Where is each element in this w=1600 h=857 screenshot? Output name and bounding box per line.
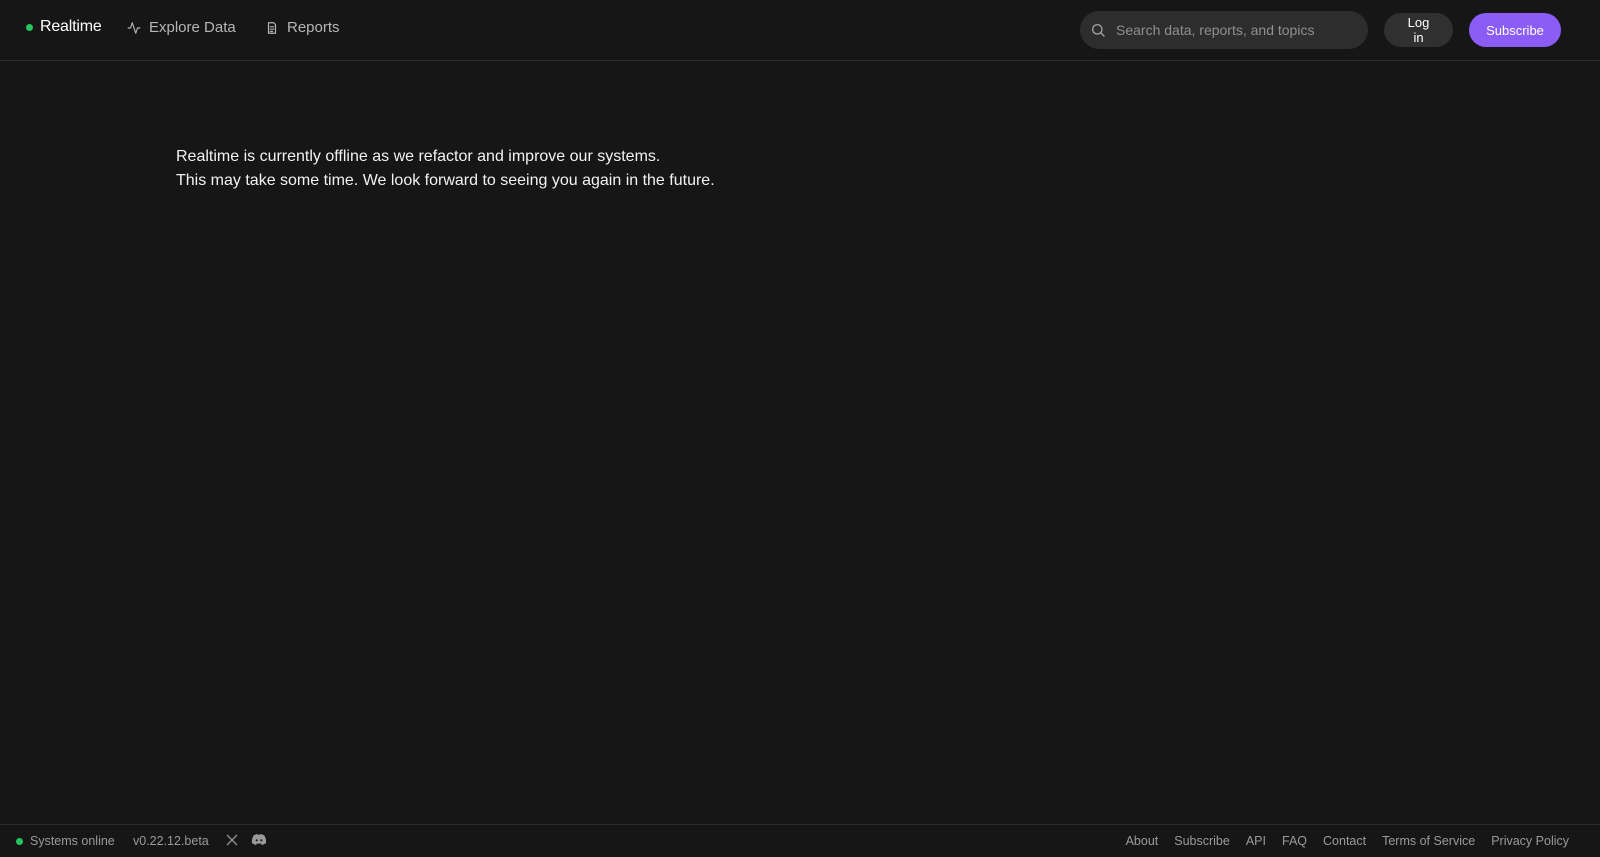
- search-input[interactable]: [1114, 21, 1354, 39]
- footer-link-api[interactable]: API: [1246, 834, 1266, 848]
- offline-message: Realtime is currently offline as we refa…: [176, 145, 715, 193]
- system-status: Systems online: [16, 834, 115, 848]
- status-dot-icon: [26, 23, 33, 31]
- document-icon: [267, 21, 277, 34]
- footer: Systems online v0.22.12.beta About Subsc…: [0, 824, 1600, 857]
- status-dot-icon: [16, 837, 23, 845]
- nav-reports[interactable]: Reports: [265, 19, 340, 36]
- footer-link-terms[interactable]: Terms of Service: [1382, 834, 1475, 848]
- search-bar[interactable]: [1080, 11, 1368, 49]
- offline-message-line-2: This may take some time. We look forward…: [176, 172, 715, 189]
- footer-links: About Subscribe API FAQ Contact Terms of…: [1126, 834, 1569, 848]
- discord-icon[interactable]: [251, 833, 267, 850]
- subscribe-button[interactable]: Subscribe: [1469, 13, 1561, 47]
- nav-reports-label: Reports: [287, 19, 340, 36]
- search-icon: [1092, 24, 1105, 37]
- top-navbar: Realtime Explore Data Reports Log in Sub…: [0, 0, 1600, 61]
- x-icon[interactable]: [225, 833, 239, 850]
- footer-link-subscribe[interactable]: Subscribe: [1174, 834, 1230, 848]
- footer-link-about[interactable]: About: [1126, 834, 1159, 848]
- footer-link-contact[interactable]: Contact: [1323, 834, 1366, 848]
- login-button[interactable]: Log in: [1384, 13, 1453, 47]
- brand-logo-link[interactable]: Realtime: [26, 18, 102, 36]
- brand-name: Realtime: [40, 18, 102, 35]
- activity-icon: [127, 21, 141, 34]
- nav-explore-data[interactable]: Explore Data: [127, 19, 236, 36]
- offline-message-line-1: Realtime is currently offline as we refa…: [176, 148, 661, 165]
- nav-explore-label: Explore Data: [149, 19, 236, 36]
- footer-link-privacy[interactable]: Privacy Policy: [1491, 834, 1569, 848]
- system-status-label: Systems online: [30, 834, 115, 848]
- version-label: v0.22.12.beta: [133, 834, 209, 848]
- footer-link-faq[interactable]: FAQ: [1282, 834, 1307, 848]
